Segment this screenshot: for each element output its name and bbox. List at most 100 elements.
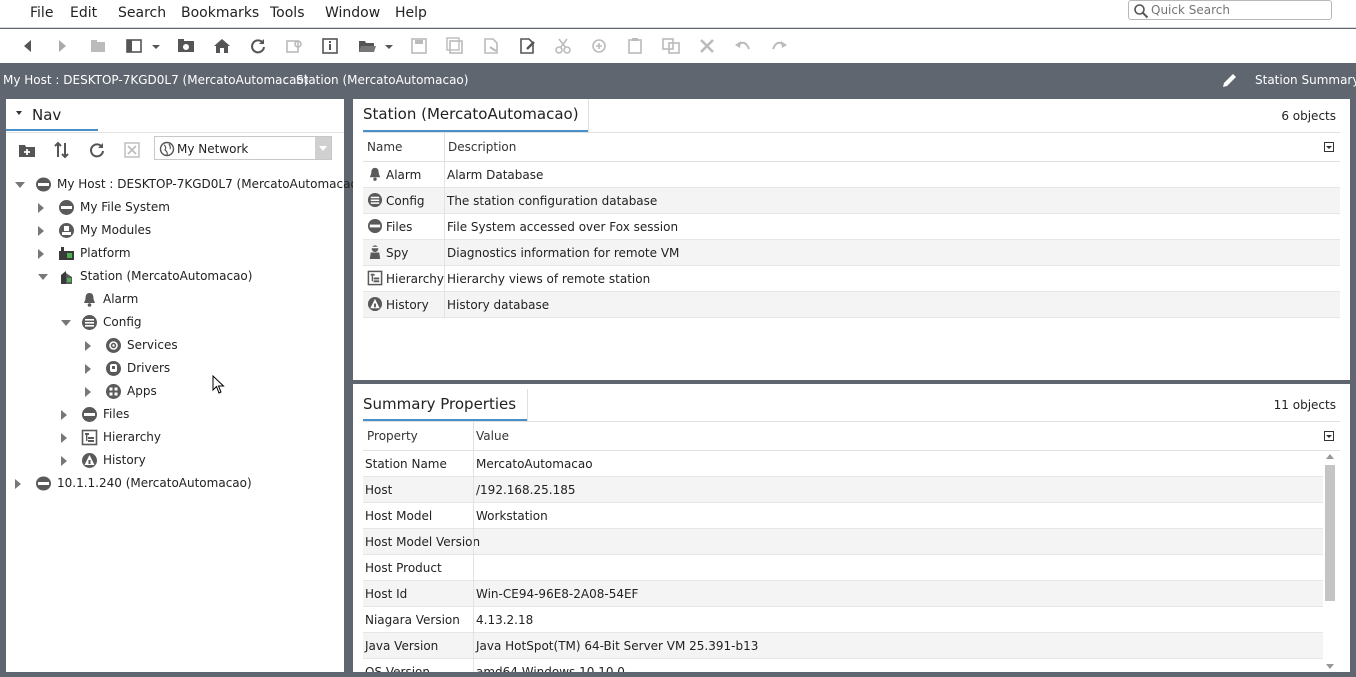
undo-icon[interactable] <box>733 37 753 55</box>
save-all-icon[interactable] <box>445 37 465 55</box>
table-row[interactable]: Host Id Win-CE94-96E8-2A08-54EF <box>363 581 1323 607</box>
column-header-property[interactable]: Property <box>367 429 418 443</box>
breadcrumb-station[interactable]: Station (MercatoAutomacao) <box>296 73 468 87</box>
tree-node[interactable]: Files <box>60 405 336 425</box>
dropdown-arrow-icon[interactable] <box>315 137 331 159</box>
table-row[interactable]: Host Model Workstation <box>363 503 1323 529</box>
tree-node[interactable]: History <box>60 451 336 471</box>
tree-node[interactable]: Alarm <box>60 290 336 310</box>
caret-down-icon[interactable] <box>16 111 22 115</box>
column-chooser-icon[interactable] <box>1324 430 1334 441</box>
side-bar-icon[interactable] <box>124 37 144 55</box>
back-icon[interactable] <box>18 37 38 55</box>
expand-icon[interactable] <box>15 479 21 489</box>
duplicate-icon[interactable] <box>661 37 681 55</box>
tree-node[interactable]: Platform <box>37 244 336 264</box>
scroll-down-icon[interactable] <box>1326 664 1334 669</box>
reload-icon[interactable] <box>248 37 268 55</box>
home-icon[interactable] <box>212 37 232 55</box>
summary-scrollbar[interactable] <box>1324 451 1336 672</box>
breadcrumb-separator: : <box>283 73 288 87</box>
hyperlink-icon[interactable] <box>284 37 304 55</box>
table-row[interactable]: Host Model Version <box>363 529 1323 555</box>
menu-window[interactable]: Window <box>319 2 386 24</box>
collapse-icon[interactable] <box>38 274 48 280</box>
edit-icon[interactable] <box>517 37 537 55</box>
tree-node[interactable]: Hierarchy <box>60 428 336 448</box>
expand-icon[interactable] <box>38 203 44 213</box>
table-row[interactable]: Alarm Alarm Database <box>363 162 1340 188</box>
scroll-up-icon[interactable] <box>1326 454 1334 459</box>
tree-node[interactable]: My Modules <box>37 221 336 241</box>
menu-bookmarks[interactable]: Bookmarks <box>175 2 265 24</box>
table-row[interactable]: Station Name MercatoAutomacao <box>363 451 1323 477</box>
forward-icon[interactable] <box>52 37 72 55</box>
save-icon[interactable] <box>409 37 429 55</box>
view-selector[interactable]: Station Summary <box>1255 73 1356 87</box>
open-folder-dropdown-icon[interactable] <box>379 37 393 55</box>
summary-table: Property Value Station Name MercatoAutoma… <box>363 421 1340 672</box>
expand-icon[interactable] <box>61 433 67 443</box>
tree-node[interactable]: Drivers <box>84 359 336 379</box>
expand-icon[interactable] <box>61 410 67 420</box>
table-row[interactable]: Config The station configuration database <box>363 188 1340 214</box>
quick-search-box[interactable] <box>1128 0 1332 20</box>
tree-node[interactable]: Apps <box>84 382 336 402</box>
tree-node[interactable]: 10.1.1.240 (MercatoAutomacao) <box>14 474 336 494</box>
up-level-icon[interactable] <box>88 37 108 55</box>
breadcrumb-host[interactable]: My Host : DESKTOP-7KGD0L7 (MercatoAutoma… <box>3 73 309 87</box>
menu-file[interactable]: File <box>24 2 59 24</box>
column-chooser-icon[interactable] <box>1324 141 1334 152</box>
paste-icon[interactable] <box>625 37 645 55</box>
table-row[interactable]: Host/192.168.25.185 <box>363 477 1323 503</box>
expand-icon[interactable] <box>85 387 91 397</box>
expand-icon[interactable] <box>38 226 44 236</box>
collapse-icon[interactable] <box>15 182 25 188</box>
table-row[interactable]: Files File System accessed over Fox sessi… <box>363 214 1340 240</box>
expand-icon[interactable] <box>61 456 67 466</box>
column-header-name[interactable]: Name <box>367 140 402 154</box>
spy-info-icon[interactable] <box>320 37 340 55</box>
close-icon[interactable] <box>122 141 142 159</box>
table-row[interactable]: Hierarchy Hierarchy views of remote stati… <box>363 266 1340 292</box>
refresh-icon[interactable] <box>87 141 107 159</box>
redo-icon[interactable] <box>769 37 789 55</box>
tree-node[interactable]: Station (MercatoAutomacao) <box>37 267 336 287</box>
column-header-description[interactable]: Description <box>448 140 516 154</box>
table-row[interactable]: History History database <box>363 292 1340 318</box>
side-bar-dropdown-icon[interactable] <box>146 37 160 55</box>
delete-icon[interactable] <box>697 37 717 55</box>
expand-icon[interactable] <box>85 341 91 351</box>
expand-icon[interactable] <box>38 249 44 259</box>
export-icon[interactable] <box>481 37 501 55</box>
nav-tab[interactable]: Nav <box>6 99 98 131</box>
menu-help[interactable]: Help <box>389 2 433 24</box>
cell-property: Java Version <box>365 639 439 653</box>
column-header-value[interactable]: Value <box>476 429 509 443</box>
table-row[interactable]: Java Version Java HotSpot(TM) 64-Bit Serv… <box>363 633 1323 659</box>
table-row[interactable]: Host Product <box>363 555 1323 581</box>
cut-icon[interactable] <box>553 37 573 55</box>
scroll-thumb[interactable] <box>1325 465 1335 601</box>
table-row[interactable]: Niagara Version 4.13.2.18 <box>363 607 1323 633</box>
menu-tools[interactable]: Tools <box>264 2 311 24</box>
quick-search-input[interactable] <box>1151 2 1327 18</box>
menu-search[interactable]: Search <box>112 2 172 24</box>
tree-node-label: Drivers <box>127 361 171 375</box>
tree-node[interactable]: Config <box>60 313 336 333</box>
expand-icon[interactable] <box>85 364 91 374</box>
network-select[interactable]: My Network <box>154 136 332 160</box>
copy-icon[interactable] <box>589 37 609 55</box>
table-row[interactable]: OS Version amd64 Windows 10 10.0 <box>363 659 1323 672</box>
new-folder-icon[interactable] <box>17 141 37 159</box>
refresh-view-icon[interactable] <box>176 37 196 55</box>
tree-node[interactable]: Services <box>84 336 336 356</box>
pencil-icon[interactable] <box>1220 72 1238 90</box>
menu-edit[interactable]: Edit <box>64 2 103 24</box>
collapse-icon[interactable] <box>61 320 71 326</box>
tree-node[interactable]: My File System <box>37 198 336 218</box>
open-folder-icon[interactable] <box>357 37 377 55</box>
table-row[interactable]: Spy Diagnostics information for remote VM <box>363 240 1340 266</box>
tree-node[interactable]: My Host : DESKTOP-7KGD0L7 (MercatoAutoma… <box>14 175 363 195</box>
sort-icon[interactable] <box>52 141 72 159</box>
